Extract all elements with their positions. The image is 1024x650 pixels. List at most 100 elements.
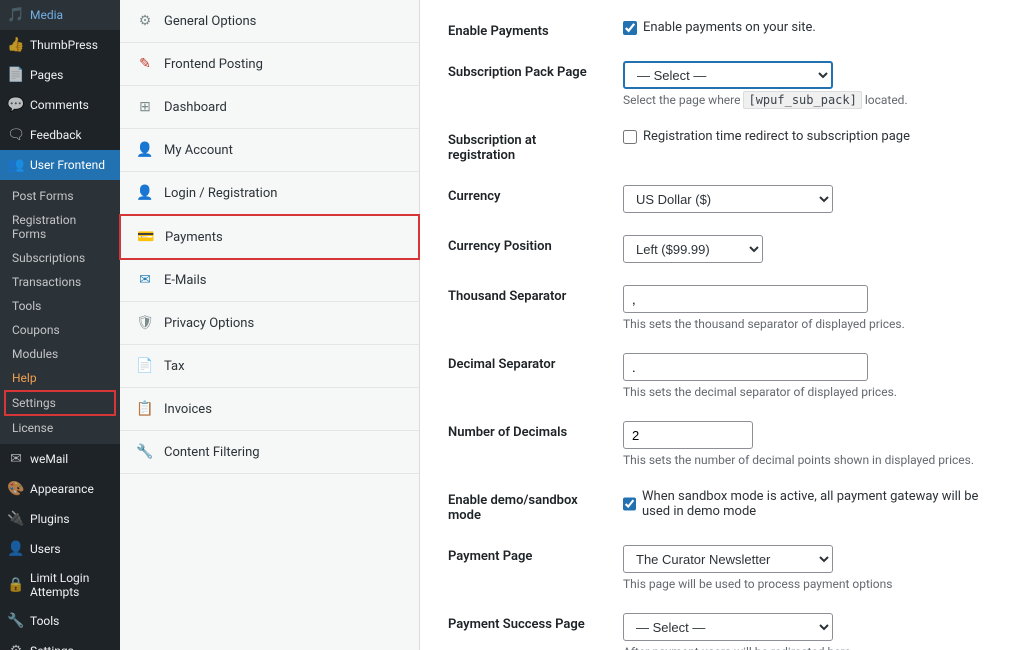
decimal-input[interactable] <box>623 353 868 381</box>
sandbox-checkbox[interactable]: When sandbox mode is active, all payment… <box>623 489 996 519</box>
label-pay-success: Payment Success Page <box>448 613 603 632</box>
label-num-dec: Number of Decimals <box>448 421 603 440</box>
menu-item[interactable]: 💬 Comments <box>0 90 120 120</box>
menu-item[interactable]: 🗨Feedback <box>0 120 120 150</box>
settings-tab[interactable]: 👤My Account <box>120 129 419 172</box>
settings-tab[interactable]: 📋 Invoices <box>120 388 419 431</box>
menu-label: Settings <box>30 644 74 650</box>
pay-page-select[interactable]: The Curator Newsletter <box>623 545 833 573</box>
menu-item[interactable]: 👤 Users <box>0 534 120 564</box>
checkbox-label: Registration time redirect to subscripti… <box>643 129 910 144</box>
tab-icon: ✉ <box>136 271 154 289</box>
menu-label: weMail <box>30 452 68 466</box>
tab-icon: 🔧 <box>136 443 154 461</box>
menu-icon: 🔌 <box>8 511 24 527</box>
pay-success-desc: After payment users will be redirected h… <box>623 645 996 650</box>
label-sub-reg: Subscription at registration <box>448 129 603 163</box>
menu-label: Comments <box>30 98 89 112</box>
menu-item[interactable]: 🔧 Tools <box>0 606 120 636</box>
menu-icon: 💬 <box>8 97 24 113</box>
label-thousand: Thousand Separator <box>448 285 603 304</box>
submenu-item[interactable]: Post Forms <box>0 184 120 208</box>
menu-label: Plugins <box>30 512 70 526</box>
menu-item[interactable]: 👍 ThumbPress <box>0 30 120 60</box>
num-dec-input[interactable] <box>623 421 753 449</box>
settings-tabs: ⚙ General Options ✎ Frontend Posting ⊞Dashbo… <box>120 0 420 650</box>
checkbox-input[interactable] <box>623 130 637 144</box>
submenu-item[interactable]: Registration Forms <box>0 208 120 246</box>
tab-label: Content Filtering <box>164 445 260 460</box>
thousand-input[interactable] <box>623 285 868 313</box>
menu-item[interactable]: 🎨Appearance <box>0 474 120 504</box>
submenu-item[interactable]: Coupons <box>0 318 120 342</box>
submenu-item[interactable]: Settings <box>4 390 116 416</box>
sub-pack-select[interactable]: — Select — <box>623 61 833 89</box>
menu-item[interactable]: 📄Pages <box>0 60 120 90</box>
enable-payments-checkbox[interactable]: Enable payments on your site. <box>623 20 996 35</box>
settings-tab[interactable]: ⚙ General Options <box>120 0 419 43</box>
tab-icon: 🛡 <box>136 314 154 332</box>
menu-item[interactable]: 🔒Limit Login Attempts <box>0 564 120 606</box>
pay-page-desc: This page will be used to process paymen… <box>623 577 996 591</box>
settings-tab[interactable]: 🔧 Content Filtering <box>120 431 419 474</box>
tab-label: Invoices <box>164 402 212 417</box>
menu-icon: 👤 <box>8 541 24 557</box>
submenu-item[interactable]: License <box>0 416 120 440</box>
menu-item[interactable]: 🔌 Plugins <box>0 504 120 534</box>
submenu-item[interactable]: Modules <box>0 342 120 366</box>
currency-select[interactable]: US Dollar ($) <box>623 185 833 213</box>
users-icon: 👥 <box>8 157 24 173</box>
tab-icon: ⊞ <box>136 98 154 116</box>
label-currency-pos: Currency Position <box>448 235 603 254</box>
settings-tab[interactable]: 🛡Privacy Options <box>120 302 419 345</box>
menu-user-frontend[interactable]: 👥 User Frontend <box>0 150 120 180</box>
submenu-item[interactable]: Tools <box>0 294 120 318</box>
settings-tab[interactable]: ✎ Frontend Posting <box>120 43 419 86</box>
settings-tab[interactable]: ⊞Dashboard <box>120 86 419 129</box>
menu-label: ThumbPress <box>30 38 98 52</box>
tab-label: E-Mails <box>164 273 206 288</box>
checkbox-label: Enable payments on your site. <box>643 20 816 35</box>
checkbox-input[interactable] <box>623 497 636 511</box>
tab-label: Payments <box>165 230 223 245</box>
currency-pos-select[interactable]: Left ($99.99) <box>623 235 763 263</box>
pay-success-select[interactable]: — Select — <box>623 613 833 641</box>
menu-label: Media <box>30 8 63 22</box>
tab-label: Login / Registration <box>164 186 277 201</box>
menu-label: User Frontend <box>30 158 105 172</box>
label-enable-payments: Enable Payments <box>448 20 603 39</box>
menu-item[interactable]: ⚙ Settings <box>0 636 120 650</box>
menu-icon: 🔧 <box>8 613 24 629</box>
checkbox-input[interactable] <box>623 21 637 35</box>
menu-label: Users <box>30 542 61 556</box>
tab-icon: 📋 <box>136 400 154 418</box>
submenu-item[interactable]: Transactions <box>0 270 120 294</box>
menu-item[interactable]: 🎵 Media <box>0 0 120 30</box>
menu-label: Pages <box>30 68 63 82</box>
tab-label: General Options <box>164 14 256 29</box>
tab-label: Tax <box>164 359 185 374</box>
checkbox-label: When sandbox mode is active, all payment… <box>642 489 996 519</box>
tab-label: Frontend Posting <box>164 57 263 72</box>
sub-reg-checkbox[interactable]: Registration time redirect to subscripti… <box>623 129 996 144</box>
tab-icon: ✎ <box>136 55 154 73</box>
settings-tab[interactable]: ✉ E-Mails <box>120 259 419 302</box>
menu-icon: 🎵 <box>8 7 24 23</box>
shortcode-tag: [wpuf_sub_pack] <box>743 91 861 109</box>
submenu: Post FormsRegistration FormsSubscription… <box>0 180 120 444</box>
submenu-item[interactable]: Help <box>0 366 120 390</box>
menu-icon: 👍 <box>8 37 24 53</box>
settings-tab[interactable]: 📄Tax <box>120 345 419 388</box>
settings-tab[interactable]: 💳Payments <box>119 214 420 260</box>
settings-tab[interactable]: 👤 Login / Registration <box>120 172 419 215</box>
tab-icon: ⚙ <box>136 12 154 30</box>
tab-icon: 👤 <box>136 141 154 159</box>
menu-label: Tools <box>30 614 59 628</box>
settings-content: Enable Payments Enable payments on your … <box>420 0 1024 650</box>
menu-item[interactable]: ✉weMail <box>0 444 120 474</box>
menu-label: Limit Login Attempts <box>30 571 112 599</box>
tab-icon: 👤 <box>136 184 154 202</box>
menu-icon: ⚙ <box>8 643 24 650</box>
menu-icon: 🎨 <box>8 481 24 497</box>
submenu-item[interactable]: Subscriptions <box>0 246 120 270</box>
